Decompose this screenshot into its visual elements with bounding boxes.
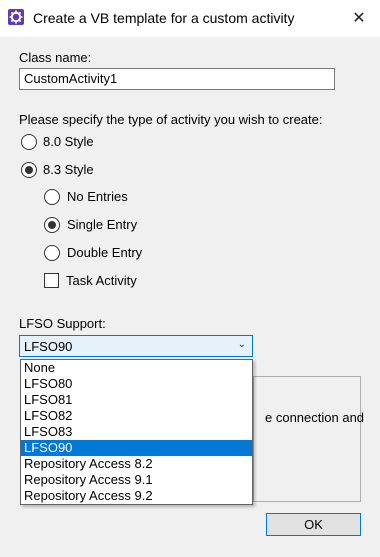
- lfso-selected-value: LFSO90: [24, 339, 73, 354]
- radio-8-0-style[interactable]: [21, 134, 37, 150]
- class-name-field[interactable]: CustomActivity1: [19, 68, 335, 90]
- list-item-repository-access-9-2[interactable]: Repository Access 9.2: [21, 488, 252, 504]
- lfso-support-dropdown[interactable]: LFSO90 ⌄: [19, 335, 253, 357]
- radio-no-entries-label[interactable]: No Entries: [67, 189, 128, 204]
- title-bar: Create a VB template for a custom activi…: [0, 0, 380, 37]
- activity-type-prompt: Please specify the type of activity you …: [19, 112, 323, 127]
- list-item-lfso90[interactable]: LFSO90: [21, 440, 252, 456]
- options-groupbox: [253, 376, 361, 502]
- list-item-lfso82[interactable]: LFSO82: [21, 408, 252, 424]
- lfso-dropdown-list: None LFSO80 LFSO81 LFSO82 LFSO83 LFSO90 …: [20, 359, 253, 505]
- close-icon[interactable]: ✕: [344, 4, 374, 32]
- task-activity-checkbox[interactable]: [44, 273, 59, 288]
- list-item-lfso80[interactable]: LFSO80: [21, 376, 252, 392]
- radio-8-0-style-label[interactable]: 8.0 Style: [43, 134, 94, 149]
- list-item-none[interactable]: None: [21, 360, 252, 376]
- window-title: Create a VB template for a custom activi…: [33, 10, 295, 26]
- radio-no-entries[interactable]: [44, 189, 60, 205]
- groupbox-partial-text: e connection and: [265, 410, 365, 425]
- list-item-repository-access-8-2[interactable]: Repository Access 8.2: [21, 456, 252, 472]
- chevron-down-icon[interactable]: ⌄: [238, 339, 246, 350]
- class-name-label: Class name:: [19, 50, 92, 65]
- radio-8-3-style[interactable]: [21, 162, 37, 178]
- radio-8-3-style-label[interactable]: 8.3 Style: [43, 162, 94, 177]
- dialog-body: Class name: CustomActivity1 Please speci…: [0, 37, 380, 557]
- ok-button[interactable]: OK: [266, 513, 361, 536]
- radio-single-entry[interactable]: [44, 217, 60, 233]
- radio-single-entry-label[interactable]: Single Entry: [67, 217, 137, 232]
- list-item-lfso81[interactable]: LFSO81: [21, 392, 252, 408]
- list-item-lfso83[interactable]: LFSO83: [21, 424, 252, 440]
- lfso-support-label: LFSO Support:: [19, 316, 106, 331]
- list-item-repository-access-9-1[interactable]: Repository Access 9.1: [21, 472, 252, 488]
- gear-icon: [8, 9, 24, 25]
- task-activity-label[interactable]: Task Activity: [66, 273, 137, 288]
- radio-double-entry[interactable]: [44, 245, 60, 261]
- radio-double-entry-label[interactable]: Double Entry: [67, 245, 142, 260]
